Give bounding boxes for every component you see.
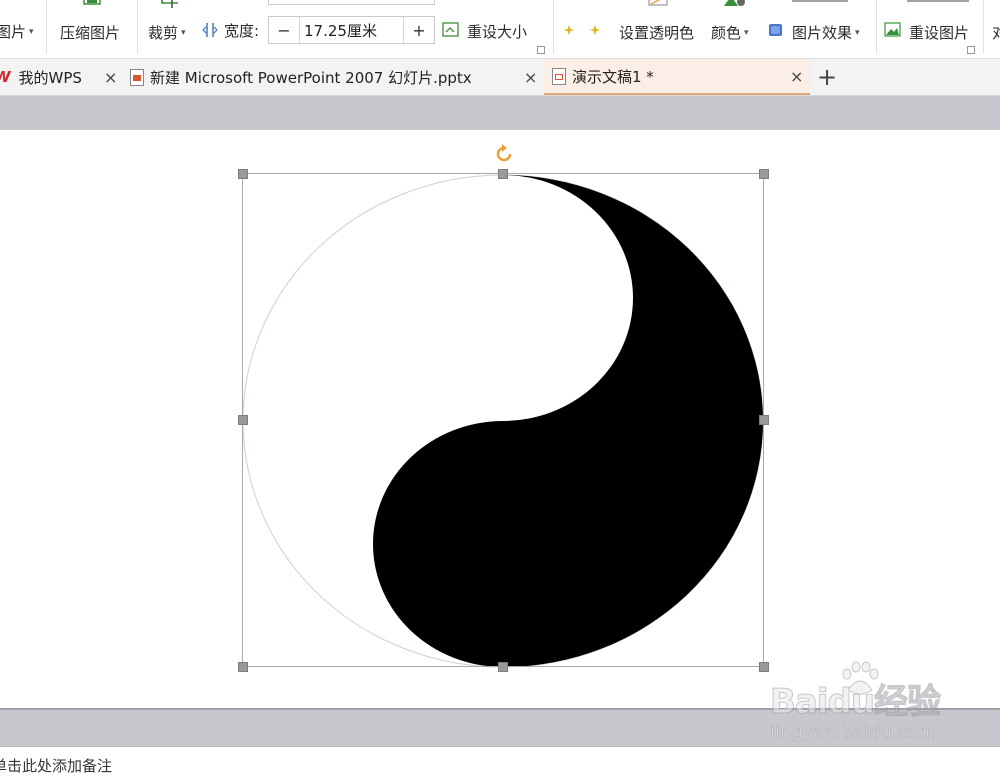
black-dot [457, 503, 549, 583]
tab-presentation-1[interactable]: 演示文稿1 * × [544, 59, 810, 95]
picture-effects-label: 图片效果 [792, 24, 853, 42]
partial-ribbon-button[interactable]: 对 [992, 22, 1000, 43]
resize-handle-bottom[interactable] [498, 662, 508, 672]
partial-ribbon-label: 对 [992, 22, 1000, 43]
arrange-label-partial [792, 0, 856, 5]
plus-icon: + [412, 20, 426, 40]
magic-wand-icon [563, 25, 601, 35]
tab-label: 新建 Microsoft PowerPoint 2007 幻灯片.pptx [150, 68, 472, 87]
crop-label: 裁剪 [148, 24, 179, 42]
divider [137, 0, 138, 54]
resize-handle-top-left[interactable] [238, 169, 248, 179]
close-icon[interactable]: × [104, 68, 117, 87]
set-transparent-color-button[interactable]: 设置透明色 [619, 22, 694, 43]
reset-picture-button[interactable]: 重设图片 [909, 22, 969, 43]
chevron-down-icon: ▾ [181, 27, 186, 38]
watermark-url: jingyan.baidu.com [770, 722, 937, 744]
yin-yang-picture[interactable] [242, 174, 764, 668]
chevron-down-icon: ▾ [29, 26, 34, 37]
width-label-text: 宽度: [224, 22, 260, 40]
width-value: 17.25厘米 [304, 21, 377, 40]
color-icon [724, 0, 745, 6]
resize-handle-top[interactable] [498, 169, 508, 179]
divider [983, 0, 984, 54]
tab-my-wps[interactable]: W 我的WPS × [0, 59, 122, 95]
reset-picture-label: 重设图片 [909, 24, 970, 42]
resize-handle-right[interactable] [759, 415, 769, 425]
color-label: 颜色 [711, 24, 742, 42]
notes-placeholder: 单击此处添加备注 [0, 757, 113, 775]
reset-size-button[interactable]: 重设大小 [467, 21, 527, 42]
new-tab-button[interactable]: + [817, 59, 837, 95]
divider [876, 0, 877, 54]
compress-picture-icon [83, 0, 101, 5]
resize-handle-bottom-left[interactable] [238, 662, 248, 672]
close-icon[interactable]: × [524, 68, 537, 87]
picture-effects-icon [769, 24, 782, 36]
compress-picture-button[interactable]: 压缩图片 [60, 22, 120, 43]
transparent-color-icon [648, 0, 668, 6]
tab-label: 我的WPS [18, 68, 82, 87]
baidu-jingyan-watermark: Baidu经验 jingyan.baidu.com [769, 660, 995, 750]
document-tab-bar: W 我的WPS × 新建 Microsoft PowerPoint 2007 幻… [0, 59, 1000, 96]
width-increase-button[interactable]: + [403, 17, 434, 43]
close-icon[interactable]: × [790, 67, 803, 86]
set-transparent-color-label: 设置透明色 [619, 24, 695, 42]
crop-icon [161, 0, 178, 8]
compress-picture-label: 压缩图片 [60, 24, 121, 42]
dialog-launcher-icon[interactable] [537, 46, 545, 54]
divider [46, 0, 47, 54]
chevron-down-icon: ▾ [744, 27, 749, 38]
width-stepper[interactable]: − 17.25厘米 + [268, 16, 435, 44]
workspace-background [0, 96, 1000, 130]
wps-logo-icon: W [0, 68, 11, 86]
width-label: 宽度: [224, 20, 259, 41]
width-input[interactable]: 17.25厘米 [300, 17, 403, 43]
pptx-file-icon [130, 68, 144, 86]
divider [553, 0, 554, 54]
width-decrease-button[interactable]: − [269, 17, 300, 43]
tab-label: 演示文稿1 * [572, 67, 654, 86]
tab-new-pptx[interactable]: 新建 Microsoft PowerPoint 2007 幻灯片.pptx × [130, 59, 542, 95]
reset-size-label: 重设大小 [467, 23, 528, 41]
watermark-brand: Baidu经验 [769, 682, 941, 723]
reset-picture-icon [884, 22, 901, 37]
toolbar-label-partial [907, 0, 971, 5]
resize-handle-bottom-right[interactable] [759, 662, 769, 672]
crop-button[interactable]: 裁剪 ▾ [148, 22, 186, 43]
picture-effects-button[interactable]: 图片效果 ▾ [792, 22, 860, 43]
picture-dropdown-button[interactable]: 图片▾ [0, 21, 34, 42]
plus-icon: + [817, 63, 838, 91]
dialog-launcher-icon[interactable] [967, 46, 975, 54]
white-dot [457, 248, 549, 328]
picture-label: 图片 [0, 23, 27, 41]
width-icon [202, 23, 218, 37]
color-dropdown-button[interactable]: 颜色 ▾ [711, 22, 749, 43]
minus-icon: − [277, 20, 291, 40]
resize-handle-left[interactable] [238, 415, 248, 425]
height-stepper[interactable] [268, 0, 435, 5]
reset-size-icon [442, 22, 459, 37]
rotate-handle-icon[interactable] [493, 143, 515, 165]
presentation-file-icon [552, 67, 566, 85]
ribbon-toolbar: 图片▾ 压缩图片 裁剪▾ 宽度: − 17.25厘米 + 重设大小 [0, 0, 1000, 59]
chevron-down-icon: ▾ [855, 27, 860, 38]
resize-handle-top-right[interactable] [759, 169, 769, 179]
